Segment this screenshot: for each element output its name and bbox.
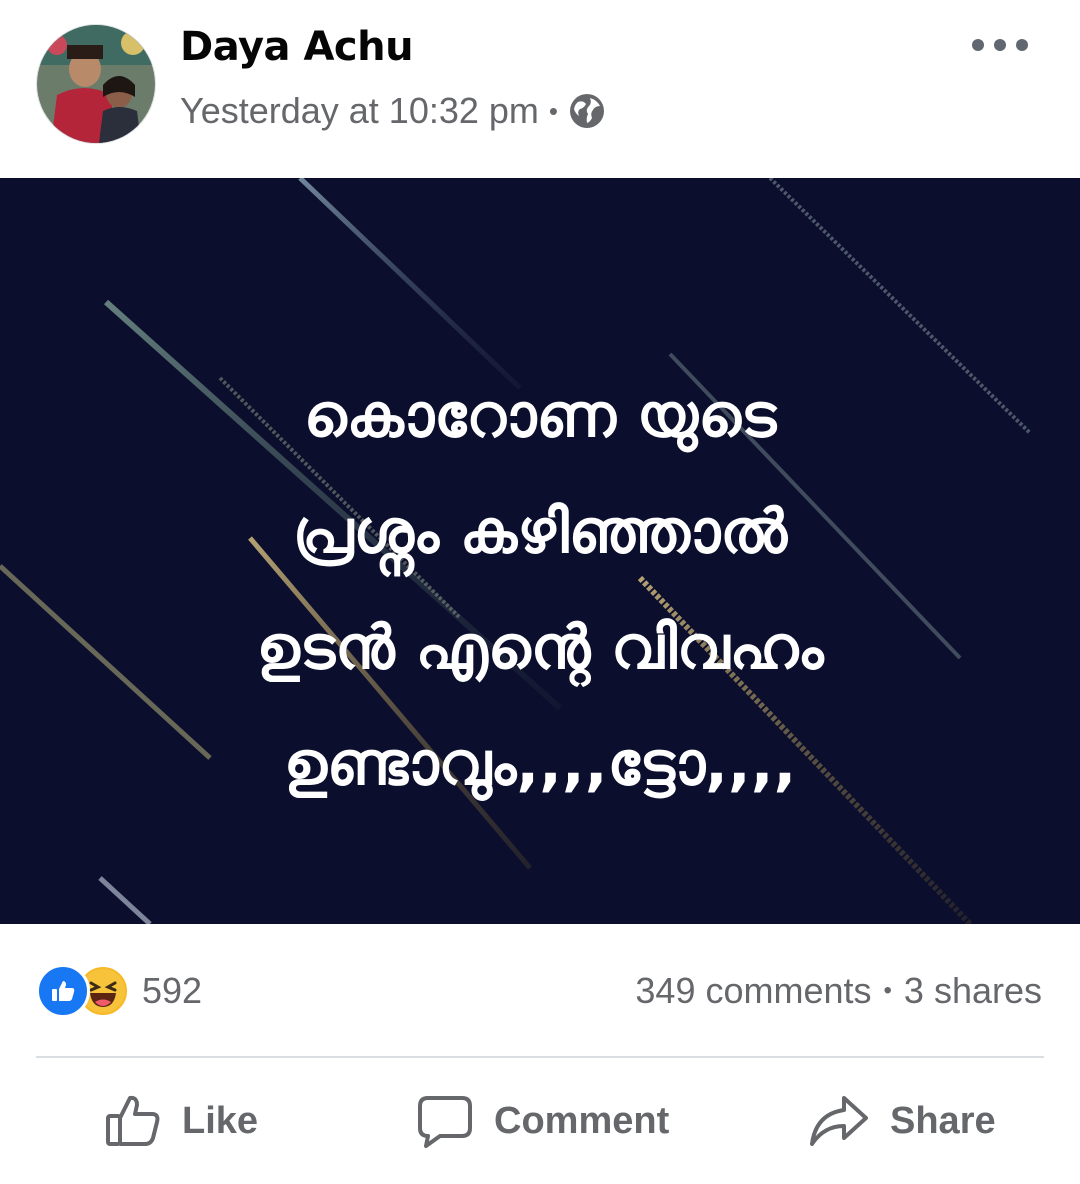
image-text-line: പ്രശ്നം കഴിഞ്ഞാൽ bbox=[292, 497, 788, 567]
more-options-icon[interactable] bbox=[972, 30, 1028, 60]
post-meta: Yesterday at 10:32 pm • bbox=[180, 90, 606, 132]
stats-separator: • bbox=[883, 977, 892, 1004]
author-name[interactable]: Daya Achu bbox=[180, 24, 414, 70]
post-timestamp[interactable]: Yesterday at 10:32 pm bbox=[180, 90, 539, 132]
post-image[interactable]: കൊറോണ യുടെ പ്രശ്നം കഴിഞ്ഞാൽ ഉടൻ എന്റെ വി… bbox=[0, 178, 1080, 924]
engagement-counts: 349 comments • 3 shares bbox=[635, 970, 1042, 1012]
reaction-count: 592 bbox=[142, 970, 203, 1011]
share-arrow-icon bbox=[810, 1096, 868, 1146]
reactions-summary[interactable]: 592 bbox=[36, 964, 202, 1018]
avatar[interactable] bbox=[36, 24, 156, 144]
post-card: Daya Achu Yesterday at 10:32 pm • കൊറോണ … bbox=[0, 0, 1080, 1184]
like-reaction-icon bbox=[36, 964, 90, 1018]
image-text-line: കൊറോണ യുടെ bbox=[303, 381, 777, 451]
globe-icon[interactable] bbox=[568, 92, 606, 130]
engagement-stats: 592 349 comments • 3 shares bbox=[0, 956, 1080, 1028]
image-text-line: ഉണ്ടാവും,,,,ട്ടോ,,,, bbox=[283, 729, 797, 799]
post-header: Daya Achu Yesterday at 10:32 pm • bbox=[0, 0, 1080, 178]
comments-count[interactable]: 349 comments bbox=[635, 970, 871, 1012]
divider bbox=[36, 1056, 1044, 1058]
image-caption-text: കൊറോണ യുടെ പ്രശ്നം കഴിഞ്ഞാൽ ഉടൻ എന്റെ വി… bbox=[0, 358, 1080, 822]
comment-button[interactable]: Comment bbox=[416, 1092, 669, 1150]
action-bar: Like Comment Share bbox=[0, 1070, 1080, 1180]
image-text-line: ഉടൻ എന്റെ വിവഹം bbox=[256, 613, 824, 683]
like-button[interactable]: Like bbox=[104, 1092, 258, 1150]
share-button[interactable]: Share bbox=[808, 1092, 996, 1150]
comment-icon bbox=[418, 1096, 472, 1148]
meta-separator: • bbox=[548, 95, 559, 126]
like-label: Like bbox=[182, 1099, 259, 1142]
thumbs-up-icon bbox=[106, 1095, 160, 1146]
comment-label: Comment bbox=[494, 1099, 670, 1142]
shares-count[interactable]: 3 shares bbox=[904, 970, 1042, 1012]
share-label: Share bbox=[890, 1099, 996, 1142]
